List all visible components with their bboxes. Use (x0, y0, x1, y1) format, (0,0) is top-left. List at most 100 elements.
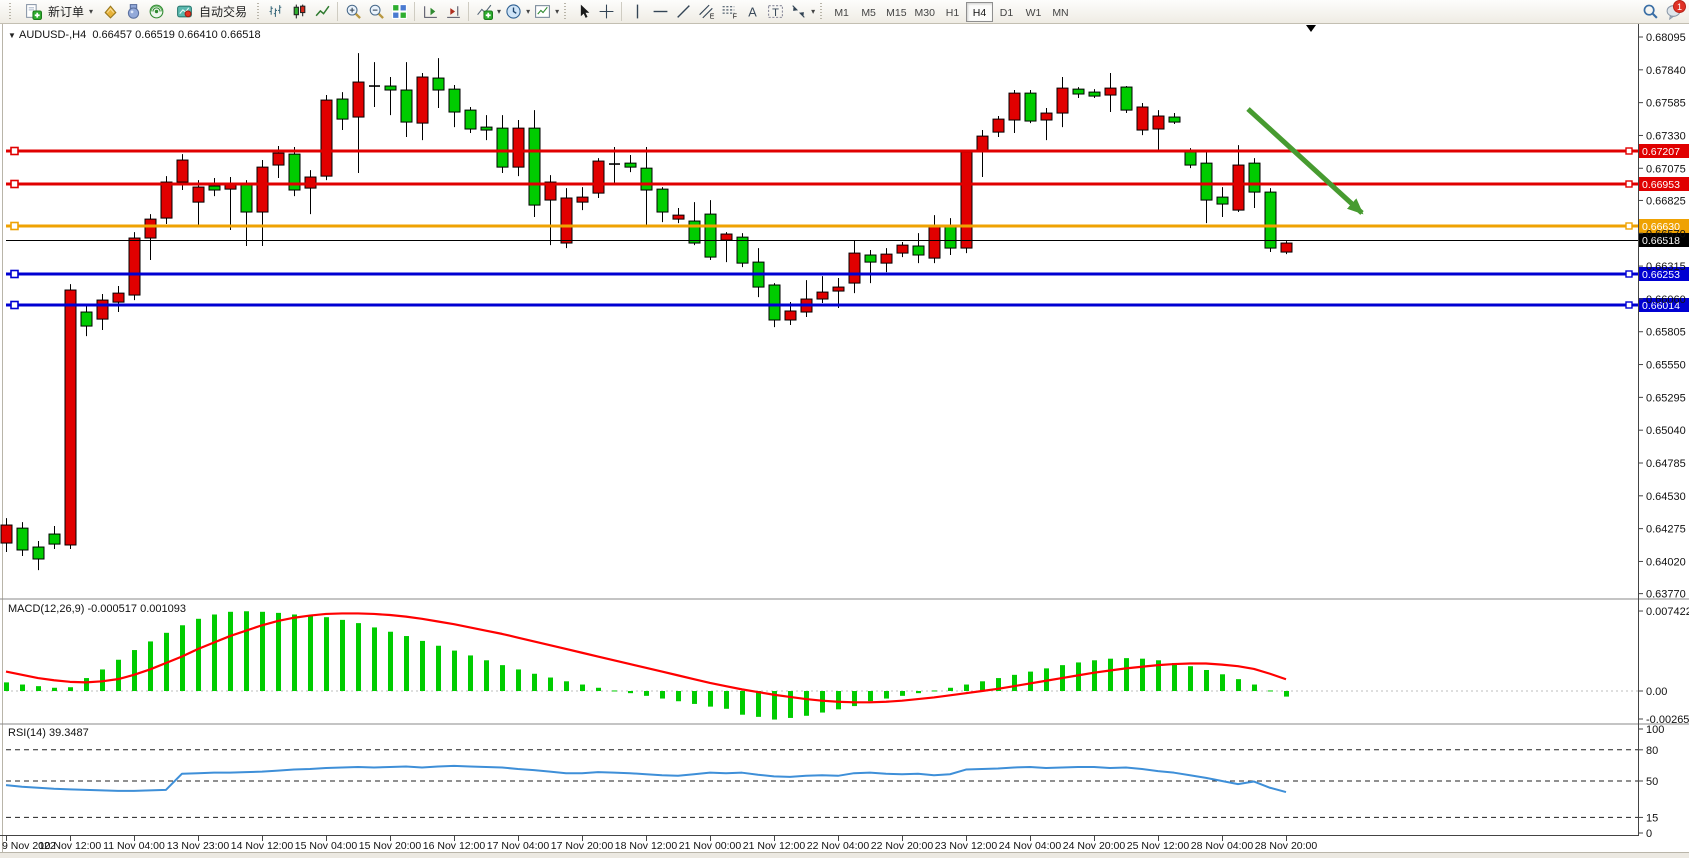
timeframe-m1[interactable]: M1 (828, 2, 855, 22)
bearish-candle (193, 187, 204, 202)
time-tick-label[interactable]: 24 Nov 04:00 (999, 840, 1062, 852)
equidistant-channel-icon[interactable]: E (695, 1, 717, 22)
timeframe-mn[interactable]: MN (1047, 2, 1074, 22)
level-price-label-text: 0.67207 (1642, 146, 1680, 158)
crosshair-icon[interactable] (595, 1, 617, 22)
toolbar-grip[interactable] (8, 3, 13, 21)
market-watch-icon[interactable] (99, 1, 121, 22)
bearish-candle (161, 182, 172, 218)
macd-histogram-bar (884, 691, 889, 699)
bearish-candle (177, 160, 188, 182)
bearish-candle (849, 253, 860, 283)
level-handle[interactable] (1626, 271, 1632, 277)
time-tick-label[interactable]: 22 Nov 20:00 (871, 840, 934, 852)
timeframe-h4[interactable]: H4 (966, 2, 993, 22)
zoom-out-icon[interactable] (365, 1, 387, 22)
time-tick-label[interactable]: 17 Nov 20:00 (551, 840, 614, 852)
level-handle[interactable] (11, 302, 18, 309)
svg-text:F: F (732, 13, 736, 20)
time-tick-label[interactable]: 21 Nov 12:00 (743, 840, 806, 852)
chart-canvas[interactable]: 0.672070.669530.666300.662530.660140.665… (0, 0, 1689, 858)
timeframe-m30[interactable]: M30 (911, 2, 939, 22)
chevron-down-icon[interactable]: ▾ (526, 7, 530, 16)
toolbar-grip[interactable] (256, 3, 261, 21)
periods-icon[interactable] (502, 1, 524, 22)
time-tick-label[interactable]: 23 Nov 12:00 (935, 840, 998, 852)
time-tick-label[interactable]: 28 Nov 20:00 (1255, 840, 1318, 852)
time-tick-label[interactable]: 25 Nov 12:00 (1127, 840, 1190, 852)
tile-windows-icon[interactable] (388, 1, 410, 22)
toolbar-grip[interactable] (819, 3, 824, 21)
level-handle[interactable] (11, 148, 18, 155)
line-chart-icon[interactable] (311, 1, 333, 22)
macd-histogram-bar (564, 681, 569, 691)
arrows-tool-icon[interactable] (787, 1, 809, 22)
navigator-icon[interactable] (145, 1, 167, 22)
level-price-label-text: 0.66953 (1642, 179, 1680, 191)
chevron-down-icon[interactable]: ▾ (811, 7, 815, 16)
time-tick-label[interactable]: 15 Nov 20:00 (359, 840, 422, 852)
time-tick-label[interactable]: 24 Nov 20:00 (1063, 840, 1126, 852)
cursor-icon[interactable] (572, 1, 594, 22)
toolbar-grip[interactable] (563, 3, 568, 21)
timeframe-h1[interactable]: H1 (939, 2, 966, 22)
zoom-in-icon[interactable] (342, 1, 364, 22)
chevron-down-icon[interactable]: ▾ (555, 7, 559, 16)
trendline-icon[interactable] (672, 1, 694, 22)
time-tick-label[interactable]: 17 Nov 04:00 (487, 840, 550, 852)
macd-histogram-bar (36, 686, 41, 691)
time-tick-label[interactable]: 21 Nov 00:00 (679, 840, 742, 852)
time-tick-label[interactable]: 15 Nov 04:00 (295, 840, 358, 852)
window-menu-icon[interactable]: ▼ (8, 31, 16, 40)
bearish-candle (897, 245, 908, 253)
horizontal-line-icon[interactable] (649, 1, 671, 22)
timeframe-m15[interactable]: M15 (882, 2, 910, 22)
text-label-icon[interactable]: T (764, 1, 786, 22)
indicators-icon[interactable] (473, 1, 495, 22)
time-tick-label[interactable]: 13 Nov 23:00 (167, 840, 230, 852)
time-tick-label[interactable]: 14 Nov 12:00 (231, 840, 294, 852)
new-order-button[interactable]: 新订单 ▾ (17, 1, 98, 22)
level-handle[interactable] (1626, 148, 1632, 154)
time-tick-label[interactable]: 18 Nov 12:00 (615, 840, 678, 852)
vertical-line-icon[interactable] (626, 1, 648, 22)
auto-scroll-icon[interactable] (419, 1, 441, 22)
candlestick-chart-icon[interactable] (288, 1, 310, 22)
macd-histogram-bar (132, 650, 137, 691)
notifications-button[interactable]: 1 (1662, 1, 1684, 22)
macd-histogram-bar (500, 665, 505, 691)
chart-shift-icon[interactable] (442, 1, 464, 22)
time-tick-label[interactable]: 16 Nov 12:00 (423, 840, 486, 852)
macd-histogram-bar (1204, 670, 1209, 691)
macd-histogram-bar (1220, 674, 1225, 691)
bar-chart-icon[interactable] (265, 1, 287, 22)
price-tick-label: 0.68095 (1646, 32, 1686, 44)
time-tick-label[interactable]: 11 Nov 04:00 (103, 840, 165, 852)
level-handle[interactable] (11, 223, 18, 230)
time-tick-label[interactable]: 22 Nov 04:00 (807, 840, 870, 852)
timeframe-m5[interactable]: M5 (855, 2, 882, 22)
level-handle[interactable] (1626, 302, 1632, 308)
chevron-down-icon[interactable]: ▾ (497, 7, 501, 16)
text-icon[interactable]: A (741, 1, 763, 22)
search-icon[interactable] (1639, 1, 1661, 22)
fibonacci-icon[interactable]: F (718, 1, 740, 22)
level-handle[interactable] (1626, 223, 1632, 229)
level-handle[interactable] (1626, 181, 1632, 187)
timeframe-d1[interactable]: D1 (993, 2, 1020, 22)
data-window-icon[interactable] (122, 1, 144, 22)
price-tick-label: 0.67330 (1646, 130, 1686, 142)
bearish-candle (1233, 165, 1244, 210)
bearish-candle (1105, 88, 1116, 95)
timeframe-w1[interactable]: W1 (1020, 2, 1047, 22)
macd-histogram-bar (1236, 679, 1241, 691)
auto-trading-icon (173, 1, 195, 22)
time-tick-label[interactable]: 10 Nov 12:00 (39, 840, 102, 852)
level-handle[interactable] (11, 271, 18, 278)
time-tick-label[interactable]: 28 Nov 04:00 (1191, 840, 1254, 852)
auto-trading-button[interactable]: 自动交易 (168, 1, 252, 22)
svg-text:A: A (748, 4, 757, 19)
level-handle[interactable] (11, 181, 18, 188)
templates-icon[interactable] (531, 1, 553, 22)
bearish-candle (1153, 116, 1164, 129)
